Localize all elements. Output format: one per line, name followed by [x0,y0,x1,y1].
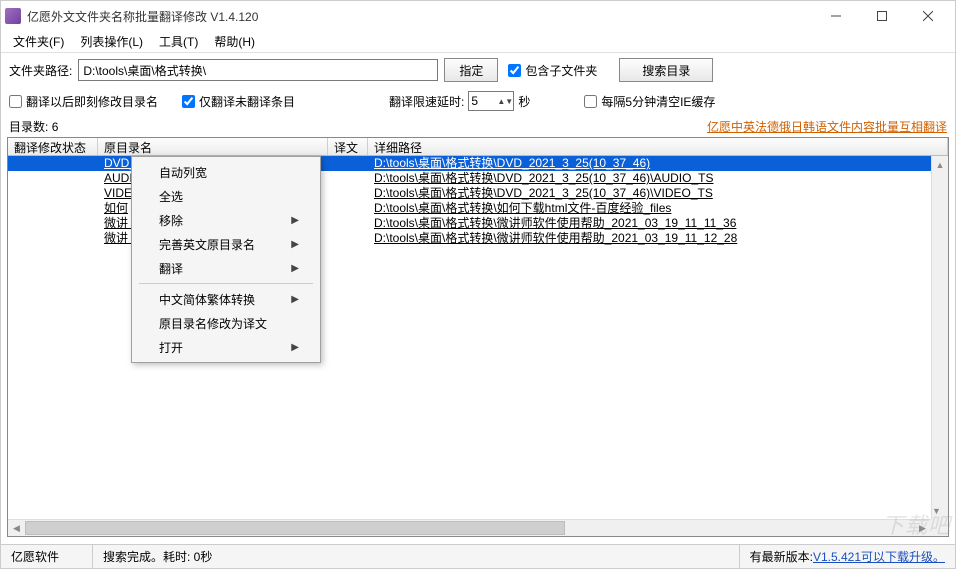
search-button[interactable]: 搜索目录 [619,58,713,82]
col-original[interactable]: 原目录名 [98,138,328,155]
col-translation[interactable]: 译文 [328,138,368,155]
scroll-up-icon[interactable]: ▲ [932,156,948,173]
clear-ie-label: 每隔5分钟清空IE缓存 [601,93,715,110]
cell-translation [328,201,368,216]
update-link[interactable]: V1.5.421可以下载升级。 [813,548,945,565]
menubar: 文件夹(F) 列表操作(L) 工具(T) 帮助(H) [1,31,955,53]
menu-item-label: 翻译 [159,260,183,277]
cell-status [8,156,98,171]
context-menu-item[interactable]: 打开 ▶ [135,335,317,359]
scroll-right-icon[interactable]: ▶ [914,520,931,536]
window-title: 亿愿外文文件夹名称批量翻译修改 V1.4.120 [27,8,813,25]
path-label: 文件夹路径: [9,62,72,79]
only-untranslated-checkbox[interactable] [182,95,195,108]
cell-translation [328,231,368,246]
col-path[interactable]: 详细路径 [368,138,948,155]
status-mid: 搜索完成。耗时: 0秒 [93,545,739,568]
menu-list[interactable]: 列表操作(L) [72,31,151,52]
menu-help[interactable]: 帮助(H) [206,31,263,52]
cell-path: D:\tools\桌面\格式转换\DVD_2021_3_25(10_37_46) [368,156,948,171]
menu-item-label: 移除 [159,212,183,229]
scroll-left-icon[interactable]: ◀ [8,520,25,536]
menu-tools[interactable]: 工具(T) [151,31,206,52]
menu-item-label: 自动列宽 [159,164,207,181]
delay-unit: 秒 [518,93,530,110]
set-path-button[interactable]: 指定 [444,58,498,82]
cell-path: D:\tools\桌面\格式转换\如何下载html文件-百度经验_files [368,201,948,216]
include-subfolders-checkbox[interactable] [508,64,521,77]
context-menu-item[interactable]: 自动列宽 [135,160,317,184]
path-toolbar: 文件夹路径: 指定 包含子文件夹 搜索目录 [1,53,955,87]
menu-item-label: 打开 [159,339,183,356]
col-status[interactable]: 翻译修改状态 [8,138,98,155]
context-menu-item[interactable]: 移除 ▶ [135,208,317,232]
delay-label: 翻译限速延时: [389,93,464,110]
context-menu: 自动列宽全选移除▶完善英文原目录名▶翻译▶中文简体繁体转换▶原目录名修改为译文打… [131,156,321,363]
cell-path: D:\tools\桌面\格式转换\微讲师软件使用帮助_2021_03_19_11… [368,231,948,246]
cell-translation [328,186,368,201]
path-input[interactable] [78,59,438,81]
status-right: 有最新版本: V1.5.421可以下载升级。 [739,545,955,568]
cell-status [8,171,98,186]
minimize-button[interactable] [813,1,859,31]
clear-ie-checkbox[interactable] [584,95,597,108]
context-menu-item[interactable]: 全选 [135,184,317,208]
cell-status [8,186,98,201]
scroll-down-icon[interactable]: ▼ [932,502,941,519]
scroll-corner [931,519,948,536]
options-toolbar: 翻译以后即刻修改目录名 仅翻译未翻译条目 翻译限速延时: 5 ▲▼ 秒 每隔5分… [1,87,955,115]
dir-count-label: 目录数: [9,120,48,134]
cell-path: D:\tools\桌面\格式转换\DVD_2021_3_25(10_37_46)… [368,171,948,186]
submenu-arrow-icon: ▶ [291,215,299,226]
cell-status [8,201,98,216]
only-untranslated-label: 仅翻译未翻译条目 [199,93,295,110]
include-subfolders-label: 包含子文件夹 [525,62,597,79]
maximize-button[interactable] [859,1,905,31]
submenu-arrow-icon: ▶ [291,342,299,353]
titlebar: 亿愿外文文件夹名称批量翻译修改 V1.4.120 [1,1,955,31]
delay-value: 5 [471,94,478,108]
dir-count-value: 6 [52,120,59,134]
menu-item-label: 原目录名修改为译文 [159,315,267,332]
menu-item-label: 中文简体繁体转换 [159,291,255,308]
context-menu-item[interactable]: 中文简体繁体转换 ▶ [135,287,317,311]
menu-file[interactable]: 文件夹(F) [5,31,72,52]
status-right-prefix: 有最新版本: [750,548,813,565]
spinner-arrows-icon[interactable]: ▲▼ [497,98,511,105]
horizontal-scrollbar[interactable]: ◀ ▶ [8,519,931,536]
cell-status [8,231,98,246]
close-button[interactable] [905,1,951,31]
info-bar: 目录数: 6 亿愿中英法德俄日韩语文件内容批量互相翻译 [1,115,955,137]
menu-item-label: 全选 [159,188,183,205]
context-menu-item[interactable]: 完善英文原目录名 ▶ [135,232,317,256]
submenu-arrow-icon: ▶ [291,239,299,250]
status-left: 亿愿软件 [1,545,93,568]
cell-translation [328,171,368,186]
cell-path: D:\tools\桌面\格式转换\微讲师软件使用帮助_2021_03_19_11… [368,216,948,231]
cell-path: D:\tools\桌面\格式转换\DVD_2021_3_25(10_37_46)… [368,186,948,201]
modify-after-checkbox[interactable] [9,95,22,108]
scroll-thumb[interactable] [25,521,565,535]
table-header: 翻译修改状态 原目录名 译文 详细路径 [8,138,948,156]
promo-link[interactable]: 亿愿中英法德俄日韩语文件内容批量互相翻译 [707,118,947,135]
menu-item-label: 完善英文原目录名 [159,236,255,253]
modify-after-label: 翻译以后即刻修改目录名 [26,93,158,110]
cell-translation [328,156,368,171]
delay-spinner[interactable]: 5 ▲▼ [468,91,514,111]
app-icon [5,8,21,24]
cell-status [8,216,98,231]
statusbar: 亿愿软件 搜索完成。耗时: 0秒 有最新版本: V1.5.421可以下载升级。 [1,544,955,568]
submenu-arrow-icon: ▶ [291,263,299,274]
context-menu-item[interactable]: 翻译 ▶ [135,256,317,280]
cell-translation [328,216,368,231]
vertical-scrollbar[interactable]: ▲ ▼ [931,156,948,519]
context-menu-item[interactable]: 原目录名修改为译文 [135,311,317,335]
submenu-arrow-icon: ▶ [291,294,299,305]
